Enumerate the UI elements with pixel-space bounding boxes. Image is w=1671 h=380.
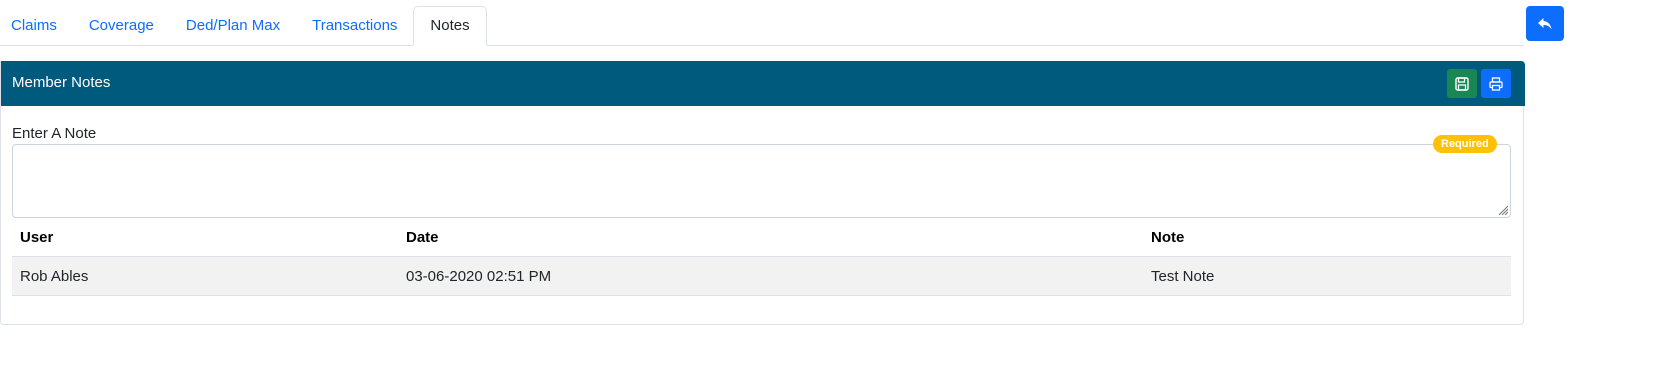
member-notes-page: Claims Coverage Ded/Plan Max Transaction…: [0, 0, 1671, 380]
note-field-wrapper: [12, 144, 1511, 218]
print-icon: [1489, 76, 1503, 91]
required-badge: Required: [1433, 135, 1497, 153]
tab-claims[interactable]: Claims: [0, 7, 73, 45]
tab-ded-plan-max[interactable]: Ded/Plan Max: [170, 7, 296, 45]
column-header-date: Date: [398, 219, 1143, 257]
table-row: Rob Ables 03-06-2020 02:51 PM Test Note: [12, 256, 1511, 296]
tab-coverage[interactable]: Coverage: [73, 7, 170, 45]
cell-note: Test Note: [1143, 256, 1511, 296]
panel-header: Member Notes: [1, 61, 1525, 106]
save-icon: [1455, 76, 1469, 91]
print-button[interactable]: [1481, 69, 1511, 98]
tab-bar: Claims Coverage Ded/Plan Max Transaction…: [0, 6, 1524, 46]
notes-table: User Date Note Rob Ables 03-06-2020 02:5…: [12, 219, 1511, 296]
tab-transactions[interactable]: Transactions: [296, 7, 413, 45]
column-header-user: User: [12, 219, 398, 257]
member-notes-panel: Member Notes Enter A Note Required User …: [0, 61, 1525, 325]
cell-date: 03-06-2020 02:51 PM: [398, 256, 1143, 296]
save-button[interactable]: [1447, 69, 1477, 98]
table-header-row: User Date Note: [12, 219, 1511, 257]
column-header-note: Note: [1143, 219, 1511, 257]
reply-icon: [1538, 17, 1552, 29]
panel-title: Member Notes: [12, 74, 111, 91]
tab-notes[interactable]: Notes: [413, 6, 487, 46]
note-field-label: Enter A Note: [12, 125, 97, 142]
resize-grip-icon[interactable]: [1498, 205, 1508, 215]
back-button[interactable]: [1526, 6, 1564, 41]
cell-user: Rob Ables: [12, 256, 398, 296]
note-textarea[interactable]: [12, 144, 1511, 218]
